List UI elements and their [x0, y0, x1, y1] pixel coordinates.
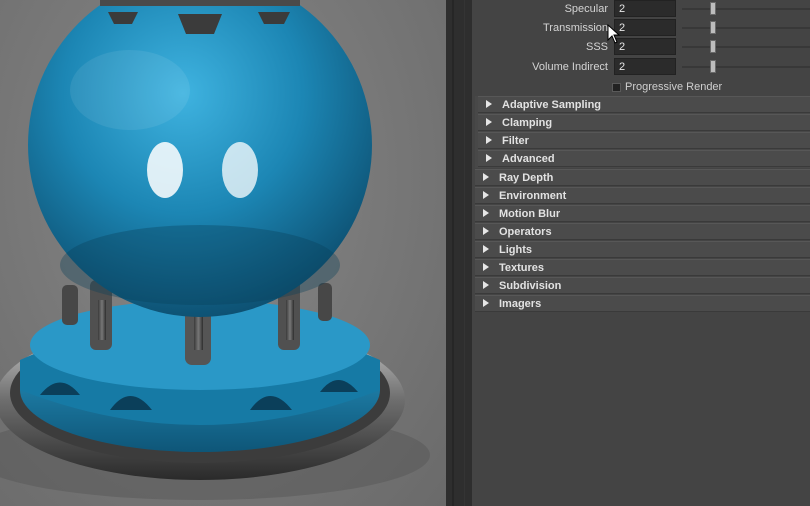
splitter-edge — [452, 0, 454, 506]
volume-indirect-slider-track[interactable] — [682, 66, 810, 68]
expand-arrow-icon — [486, 136, 492, 144]
render-viewport[interactable] — [0, 0, 446, 506]
section-label: Advanced — [502, 153, 555, 165]
sss-label: SSS — [585, 41, 608, 53]
section-filter[interactable]: Filter — [478, 132, 810, 149]
transmission-samples-row: Transmission 2 — [472, 19, 810, 38]
sss-samples-row: SSS 2 — [472, 38, 810, 57]
section-lights[interactable]: Lights — [475, 241, 810, 258]
checkbox-box[interactable] — [612, 82, 621, 92]
section-advanced[interactable]: Advanced — [478, 150, 810, 167]
section-label: Lights — [499, 244, 532, 256]
section-label: Adaptive Sampling — [502, 99, 602, 111]
section-imagers[interactable]: Imagers — [475, 295, 810, 312]
expand-arrow-icon — [483, 173, 489, 181]
section-subdivision[interactable]: Subdivision — [475, 277, 810, 294]
expand-arrow-icon — [483, 281, 489, 289]
section-clamping[interactable]: Clamping — [478, 114, 810, 131]
expand-arrow-icon — [483, 263, 489, 271]
progressive-render-label: Progressive Render — [625, 81, 723, 93]
progressive-render-checkbox[interactable]: Progressive Render — [612, 81, 722, 95]
mouse-cursor-icon — [607, 24, 621, 44]
sss-slider-track[interactable] — [682, 46, 810, 48]
volume-indirect-input[interactable]: 2 — [614, 58, 676, 75]
sss-input[interactable]: 2 — [614, 38, 676, 55]
specular-slider-handle[interactable] — [710, 2, 716, 15]
specular-label: Specular — [564, 3, 608, 15]
expand-arrow-icon — [483, 191, 489, 199]
expand-arrow-icon — [486, 118, 492, 126]
volume-indirect-samples-row: Volume Indirect 2 — [472, 58, 810, 77]
specular-input[interactable]: 2 — [614, 0, 676, 17]
transmission-slider-handle[interactable] — [710, 21, 716, 34]
transmission-slider-track[interactable] — [682, 27, 810, 29]
section-label: Imagers — [499, 298, 542, 310]
volume-indirect-label: Volume Indirect — [532, 61, 608, 73]
section-label: Operators — [499, 226, 552, 238]
splitter-edge-inner — [464, 0, 465, 506]
section-textures[interactable]: Textures — [475, 259, 810, 276]
panel-splitter[interactable] — [446, 0, 472, 506]
expand-arrow-icon — [483, 299, 489, 307]
section-adaptive-sampling[interactable]: Adaptive Sampling — [478, 96, 810, 113]
section-environment[interactable]: Environment — [475, 187, 810, 204]
specular-samples-row: Specular 2 — [472, 0, 810, 19]
sss-slider-handle[interactable] — [710, 40, 716, 53]
section-label: Environment — [499, 190, 567, 202]
section-ray-depth[interactable]: Ray Depth — [475, 169, 810, 186]
section-label: Textures — [499, 262, 545, 274]
render-settings-panel: Specular 2 Transmission 2 SSS 2 Volume I… — [472, 0, 810, 506]
section-operators[interactable]: Operators — [475, 223, 810, 240]
section-motion-blur[interactable]: Motion Blur — [475, 205, 810, 222]
expand-arrow-icon — [483, 245, 489, 253]
expand-arrow-icon — [483, 209, 489, 217]
expand-arrow-icon — [486, 100, 492, 108]
expand-arrow-icon — [483, 227, 489, 235]
transmission-label: Transmission — [543, 22, 608, 34]
section-label: Ray Depth — [499, 172, 554, 184]
transmission-input[interactable]: 2 — [614, 19, 676, 36]
volume-indirect-slider-handle[interactable] — [710, 60, 716, 73]
section-label: Filter — [502, 135, 529, 147]
shader-ball-render — [0, 0, 430, 500]
specular-slider-track[interactable] — [682, 8, 810, 10]
section-label: Motion Blur — [499, 208, 561, 220]
expand-arrow-icon — [486, 154, 492, 162]
section-label: Subdivision — [499, 280, 562, 292]
section-label: Clamping — [502, 117, 553, 129]
